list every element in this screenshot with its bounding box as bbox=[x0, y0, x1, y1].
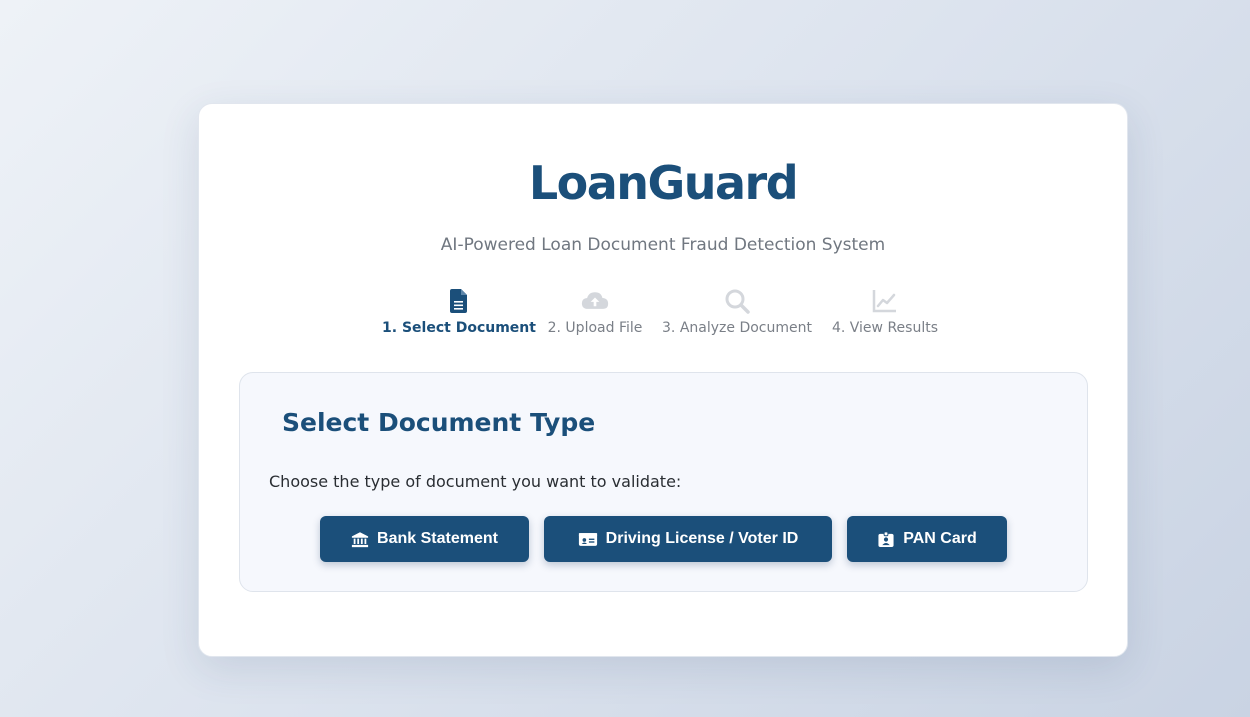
step-label: 3. Analyze Document bbox=[662, 320, 812, 336]
progress-steps: 1. Select Document 2. Upload File 3. Ana… bbox=[199, 288, 1127, 340]
id-card-icon bbox=[578, 532, 597, 546]
panel-title: Select Document Type bbox=[282, 408, 596, 437]
app-title: LoanGuard bbox=[528, 156, 799, 210]
step-analyze-document[interactable]: 3. Analyze Document bbox=[657, 288, 817, 336]
document-type-panel: Select Document Type Choose the type of … bbox=[239, 372, 1088, 592]
step-label: 4. View Results bbox=[831, 320, 939, 336]
button-label: Bank Statement bbox=[377, 530, 498, 547]
search-icon bbox=[725, 289, 750, 314]
cloud-upload-icon bbox=[581, 292, 609, 309]
bank-statement-button[interactable]: Bank Statement bbox=[320, 516, 529, 562]
step-label: 2. Upload File bbox=[547, 320, 643, 336]
step-view-results[interactable]: 4. View Results bbox=[805, 288, 965, 336]
id-badge-icon bbox=[878, 530, 894, 547]
button-label: PAN Card bbox=[903, 530, 977, 547]
pan-card-button[interactable]: PAN Card bbox=[847, 516, 1007, 562]
main-card: LoanGuard AI-Powered Loan Document Fraud… bbox=[198, 103, 1128, 657]
app-subtitle: AI-Powered Loan Document Fraud Detection… bbox=[440, 235, 886, 255]
driving-license-voter-id-button[interactable]: Driving License / Voter ID bbox=[544, 516, 832, 562]
file-text-icon bbox=[450, 289, 467, 313]
button-label: Driving License / Voter ID bbox=[605, 530, 799, 547]
bank-icon bbox=[351, 531, 369, 547]
step-upload-file[interactable]: 2. Upload File bbox=[515, 288, 675, 336]
line-chart-icon bbox=[872, 290, 896, 313]
panel-instruction: Choose the type of document you want to … bbox=[269, 472, 682, 491]
